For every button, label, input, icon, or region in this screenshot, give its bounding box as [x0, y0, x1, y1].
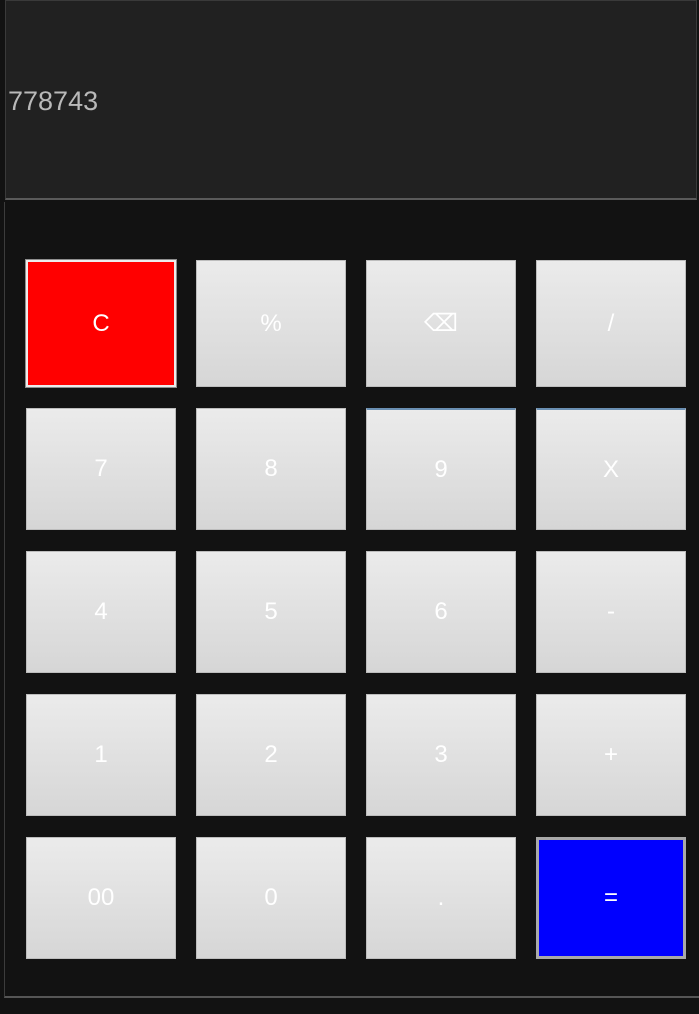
percent-button[interactable]: %: [196, 260, 346, 387]
digit-6-button[interactable]: 6: [366, 551, 516, 673]
digit-4-button[interactable]: 4: [26, 551, 176, 673]
display-value: 778743: [8, 86, 99, 116]
calculator-display: 778743: [5, 0, 697, 200]
backspace-button[interactable]: ⌫: [366, 260, 516, 387]
add-button[interactable]: +: [536, 694, 686, 816]
subtract-button[interactable]: -: [536, 551, 686, 673]
digit-7-button[interactable]: 7: [26, 408, 176, 530]
divide-button[interactable]: /: [536, 260, 686, 387]
digit-8-button[interactable]: 8: [196, 408, 346, 530]
decimal-button[interactable]: .: [366, 837, 516, 959]
equals-button[interactable]: =: [536, 837, 686, 959]
digit-0-button[interactable]: 0: [196, 837, 346, 959]
calculator-app: 778743 C % ⌫ / 7 8 9 X 4 5 6 - 1 2 3 + 0…: [0, 0, 699, 1014]
digit-5-button[interactable]: 5: [196, 551, 346, 673]
backspace-icon: ⌫: [424, 310, 458, 337]
digit-2-button[interactable]: 2: [196, 694, 346, 816]
multiply-button[interactable]: X: [536, 408, 686, 530]
double-zero-button[interactable]: 00: [26, 837, 176, 959]
digit-3-button[interactable]: 3: [366, 694, 516, 816]
digit-9-button[interactable]: 9: [366, 408, 516, 530]
digit-1-button[interactable]: 1: [26, 694, 176, 816]
keypad: C % ⌫ / 7 8 9 X 4 5 6 - 1 2 3 + 00 0 . =: [4, 202, 699, 998]
clear-button[interactable]: C: [25, 259, 177, 388]
bottom-strip: [0, 999, 699, 1014]
